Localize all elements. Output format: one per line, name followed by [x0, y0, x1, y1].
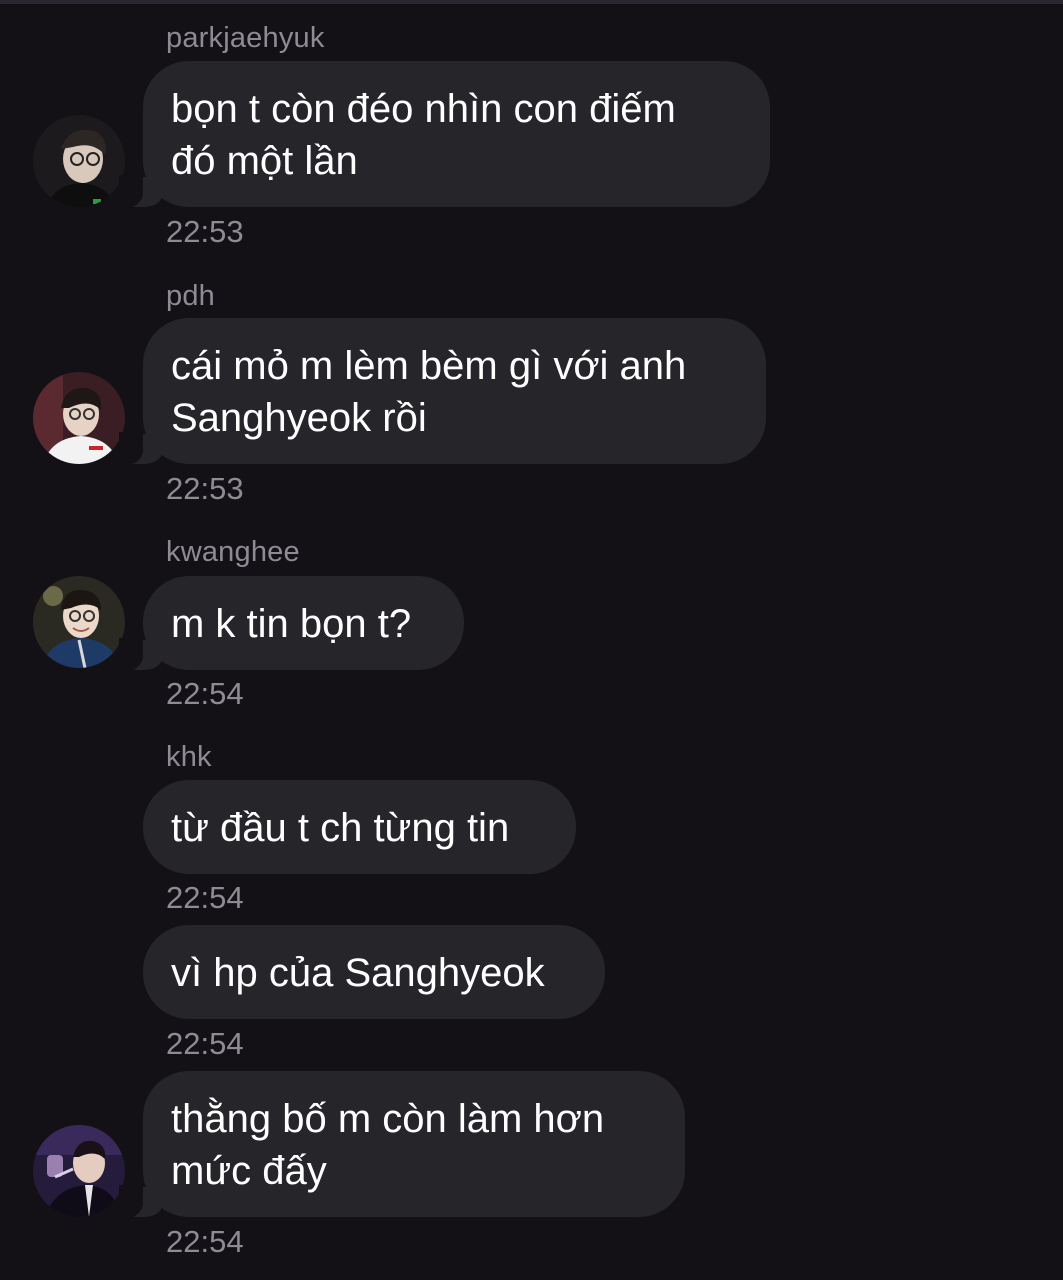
message-bubble[interactable]: bọn t còn đéo nhìn con điếm đó một lần — [119, 61, 770, 209]
top-divider — [0, 0, 1063, 4]
sender-name: pdh — [166, 280, 215, 312]
message-text-line: bọn t còn đéo nhìn con điếm — [171, 87, 676, 131]
message-text-line: đó một lần — [171, 139, 358, 183]
message-text-line: thằng bố m còn làm hơn — [171, 1097, 605, 1141]
avatar-photo-icon — [33, 1125, 125, 1217]
sender-name: kwanghee — [166, 536, 300, 568]
avatar-photo-icon — [33, 372, 125, 464]
message-text-line: m k tin bọn t? — [171, 602, 412, 646]
message-timestamp: 22:53 — [166, 471, 244, 506]
message-timestamp: 22:54 — [166, 676, 244, 711]
sender-name: khk — [166, 741, 212, 773]
avatar[interactable] — [33, 1125, 125, 1217]
message-timestamp: 22:54 — [166, 1224, 244, 1259]
message-text-line: vì hp của Sanghyeok — [171, 951, 545, 995]
avatar[interactable] — [33, 372, 125, 464]
avatar-photo-icon — [33, 115, 125, 207]
avatar[interactable] — [33, 576, 125, 668]
message-timestamp: 22:53 — [166, 214, 244, 249]
message-bubble[interactable]: cái mỏ m lèm bèm gì với anh Sanghyeok rồ… — [119, 318, 766, 466]
avatar[interactable] — [33, 115, 125, 207]
message-timestamp: 22:54 — [166, 1026, 244, 1061]
message-text-line: từ đầu t ch từng tin — [171, 806, 510, 850]
message-text-line: mức đấy — [171, 1149, 327, 1193]
avatar-photo-icon — [33, 576, 125, 668]
message-bubble[interactable]: m k tin bọn t? — [119, 576, 464, 672]
message-bubble[interactable]: vì hp của Sanghyeok — [143, 925, 605, 1019]
message-text-line: Sanghyeok rồi — [171, 396, 427, 440]
message-timestamp: 22:54 — [166, 880, 244, 915]
message-bubble[interactable]: thằng bố m còn làm hơn mức đấy — [119, 1071, 685, 1219]
message-text-line: cái mỏ m lèm bèm gì với anh — [171, 344, 687, 388]
sender-name: parkjaehyuk — [166, 22, 325, 54]
message-bubble[interactable]: từ đầu t ch từng tin — [143, 780, 576, 874]
